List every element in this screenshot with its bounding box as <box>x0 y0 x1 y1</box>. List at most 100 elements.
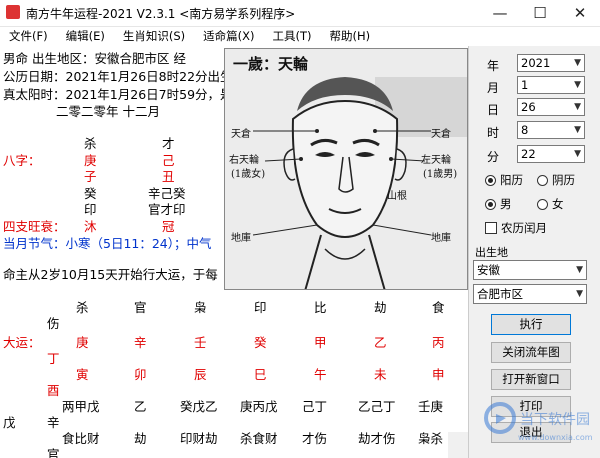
dayun-branch-7: 申 <box>432 367 445 382</box>
maximize-button[interactable]: ☐ <box>520 0 560 26</box>
minute-select[interactable]: 22 ▼ <box>517 145 585 163</box>
dayun-branch-4: 巳 <box>254 367 267 382</box>
dayun-god-3: 枭 <box>194 300 207 315</box>
dayun-god-5: 比 <box>314 300 327 315</box>
dayun-hidden-3: 癸戊乙 <box>180 399 218 414</box>
dayun-hidden-5: 己丁 <box>302 399 328 414</box>
watermark-url: www.downxia.com <box>518 433 593 442</box>
radio-yangli[interactable]: 阳历 <box>485 172 523 188</box>
face-label-male: (1歲男) <box>423 169 458 180</box>
info-line-2: 公历日期：2021年1月26日8时22分出生 <box>3 69 233 84</box>
menu-fate[interactable]: 适命篇(X) <box>194 27 263 46</box>
dayun-hidden-god-5: 才伤 <box>302 431 328 446</box>
dayun-branch-5: 午 <box>314 367 327 382</box>
dayun-hidden-god-4: 杀食财 <box>240 431 278 446</box>
radio-checked-icon <box>485 174 496 186</box>
minute-label: 分 <box>487 150 500 164</box>
dayun-stem-7: 丙 <box>432 335 445 350</box>
dayun-stem-3: 壬 <box>194 335 207 350</box>
year-select[interactable]: 2021 ▼ <box>517 54 585 72</box>
dayun-hidden-lead: 戊 <box>3 415 16 430</box>
dayun-hidden-1: 两甲戊 <box>62 399 100 414</box>
dayun-hidden-4: 庚丙戊 <box>240 399 278 414</box>
dayun-branches-wrap: 酉 <box>47 383 60 398</box>
app-icon <box>6 5 20 19</box>
city-value: 合肥市区 <box>477 287 523 301</box>
run-button[interactable]: 执行 <box>491 314 571 335</box>
radio-yinli-label: 阴历 <box>552 173 575 187</box>
hour-select[interactable]: 8 ▼ <box>517 121 585 139</box>
leap-month-checkbox[interactable]: 农历闰月 <box>485 220 547 236</box>
dayun-hidden-wrap: 辛 <box>47 415 60 430</box>
watermark-logo: 当下软件园 www.downxia.com <box>484 402 593 442</box>
province-value: 安徽 <box>477 263 500 277</box>
info-line-4: 二零二零年 十二月 <box>56 104 160 119</box>
face-reading-image: 一歲：天輪 天倉 天倉 右天輪 (1歲女) 左天輪 (1歲男) 山根 地庫 地庫 <box>224 48 468 290</box>
day-value: 26 <box>521 100 536 114</box>
radio-female[interactable]: 女 <box>537 196 564 212</box>
menu-tools[interactable]: 工具(T) <box>263 27 320 46</box>
dayun-stem-5: 甲 <box>314 335 327 350</box>
menu-help[interactable]: 帮助(H) <box>320 27 379 46</box>
dayun-god-2: 官 <box>134 300 147 315</box>
radio-checked-icon <box>485 198 496 210</box>
city-select[interactable]: 合肥市区 ▼ <box>473 284 587 304</box>
month-value: 1 <box>521 78 529 92</box>
dayun-branch-6: 未 <box>374 367 387 382</box>
dayun-hgods-wrap: 官 <box>47 447 60 458</box>
watermark-text: 当下软件园 <box>520 412 590 428</box>
close-chart-button[interactable]: 关闭流年图 <box>491 342 571 363</box>
day-label: 日 <box>487 103 500 117</box>
hour-value: 8 <box>521 123 529 137</box>
leap-month-label: 农历闰月 <box>501 221 547 235</box>
dayun-hidden-god-1: 食比财 <box>62 431 100 446</box>
face-label-female: (1歲女) <box>231 169 266 180</box>
dayun-stems-wrap: 丁 <box>47 351 60 366</box>
menu-file[interactable]: 文件(F) <box>0 27 57 46</box>
face-label-diku-left: 地庫 <box>431 233 451 244</box>
dayun-god-7: 食 <box>432 300 445 315</box>
month-label: 月 <box>487 81 500 95</box>
dayun-intro: 命主从2岁10月15天开始行大运，于每 <box>3 267 218 282</box>
chevron-down-icon: ▼ <box>576 289 583 299</box>
dayun-branch-2: 卯 <box>134 367 147 382</box>
dayun-hidden-god-3: 印财劫 <box>180 431 218 446</box>
day-select[interactable]: 26 ▼ <box>517 98 585 116</box>
dayun-stem-6: 乙 <box>374 335 387 350</box>
menu-zodiac[interactable]: 生肖知识(S) <box>114 27 194 46</box>
dayun-hidden-god-7: 枭杀 <box>418 431 444 446</box>
hour-label: 时 <box>487 126 500 140</box>
window-title: 南方牛年运程-2021 V2.3.1 <南方易学系列程序> <box>26 7 296 21</box>
close-button[interactable]: ✕ <box>560 0 600 26</box>
chevron-down-icon: ▼ <box>576 265 583 275</box>
jieqi-line: 当月节气：小寒（5日11：24）；中气 <box>3 236 212 251</box>
dayun-god-1: 杀 <box>76 300 89 315</box>
radio-yinli[interactable]: 阴历 <box>537 172 575 188</box>
dayun-hidden-7: 壬庚 <box>418 399 444 414</box>
radio-unchecked-icon <box>537 174 548 186</box>
bazi-label: 八字： <box>3 153 41 168</box>
dayun-god-4: 印 <box>254 300 267 315</box>
month-select[interactable]: 1 ▼ <box>517 76 585 94</box>
radio-yangli-label: 阳历 <box>500 173 523 187</box>
face-label-right-tianlun: 右天輪 <box>229 155 259 166</box>
new-window-button[interactable]: 打开新窗口 <box>491 369 571 390</box>
scrollbar-corner[interactable] <box>448 432 468 458</box>
radio-male[interactable]: 男 <box>485 196 512 212</box>
chevron-down-icon: ▼ <box>574 80 581 90</box>
menu-edit[interactable]: 编辑(E) <box>57 27 114 46</box>
year-value: 2021 <box>521 56 551 70</box>
chevron-down-icon: ▼ <box>574 58 581 68</box>
title-bar: 南方牛年运程-2021 V2.3.1 <南方易学系列程序> — ☐ ✕ <box>0 0 600 27</box>
dayun-label: 大运： <box>3 335 41 350</box>
dayun-hidden-god-2: 劫 <box>134 431 147 446</box>
dayun-hidden-god-6: 劫才伤 <box>358 431 396 446</box>
face-label-diku-right: 地庫 <box>231 233 251 244</box>
minimize-button[interactable]: — <box>480 0 520 26</box>
dayun-hidden-6: 乙己丁 <box>358 399 396 414</box>
face-label-tiancang-right: 天倉 <box>231 129 251 140</box>
dayun-stem-4: 癸 <box>254 335 267 350</box>
chevron-down-icon: ▼ <box>574 125 581 135</box>
province-select[interactable]: 安徽 ▼ <box>473 260 587 280</box>
chevron-down-icon: ▼ <box>574 102 581 112</box>
